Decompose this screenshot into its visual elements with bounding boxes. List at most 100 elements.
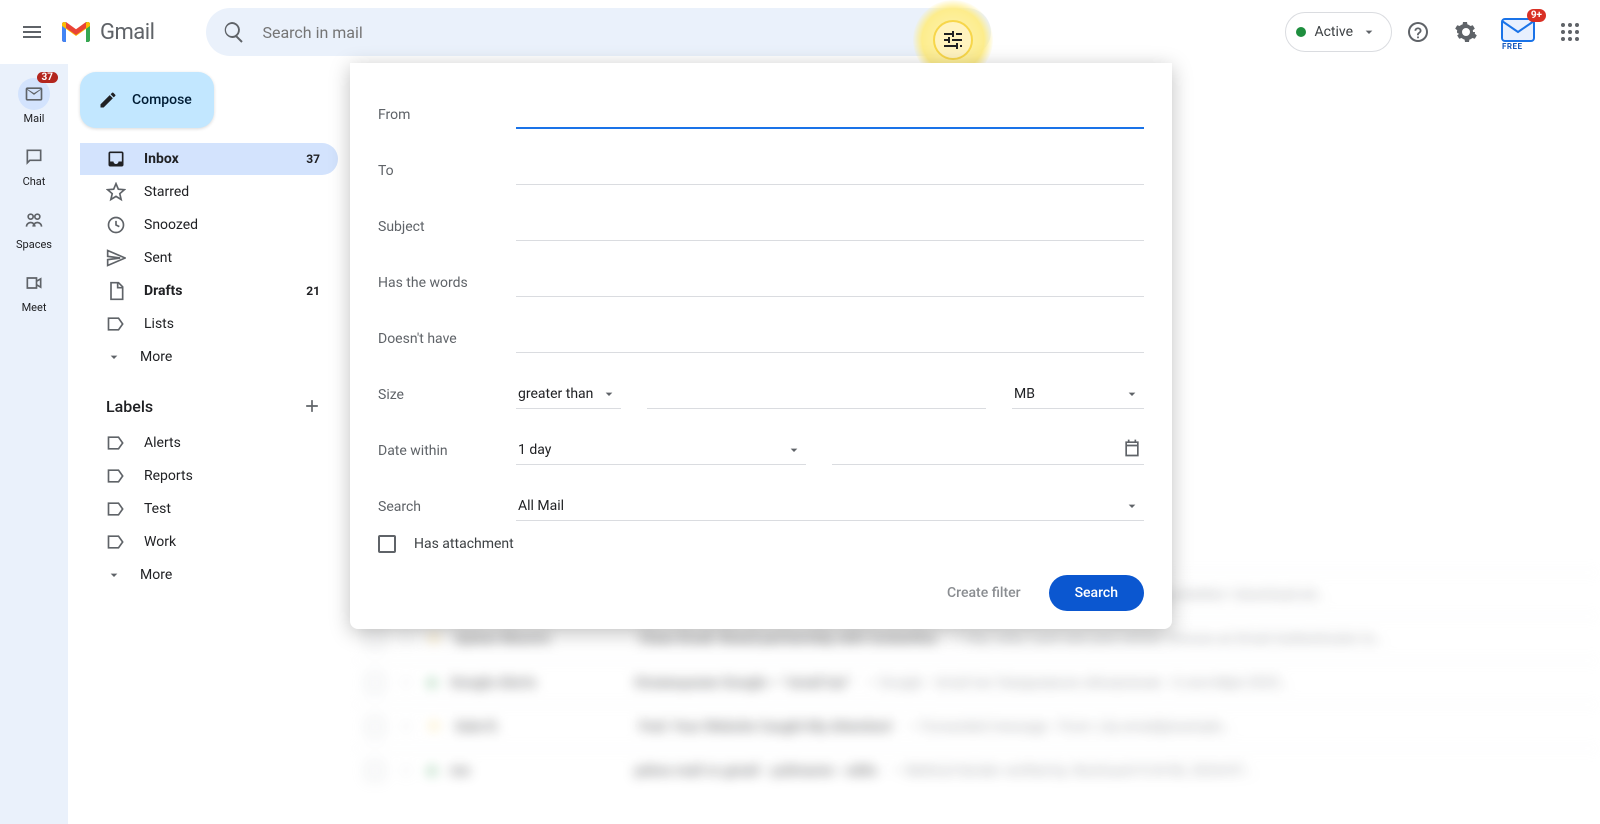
size-value-input[interactable] [647, 380, 986, 409]
mail-row[interactable]: ☆ Google Alerts Оповещение Google — "email… [350, 660, 1600, 704]
to-label: To [378, 163, 516, 185]
to-input[interactable] [516, 156, 1144, 185]
row-checkbox[interactable] [366, 718, 384, 736]
date-range-select[interactable]: 1 day [516, 436, 806, 465]
important-icon[interactable]: ⯈ [428, 717, 441, 737]
label-icon [106, 532, 126, 552]
folder-count: 37 [306, 152, 320, 166]
mail-snippet: — Method Sender verified by: BoxGuard 9:… [891, 763, 1255, 779]
main-menu-button[interactable] [8, 8, 56, 56]
label-alerts[interactable]: Alerts [80, 427, 338, 459]
folder-more[interactable]: More [80, 341, 338, 373]
search-icon [222, 20, 246, 44]
mail-subject: Clean Email: Brand partnership with Cont… [639, 631, 937, 647]
important-icon[interactable]: ⯈ [428, 629, 441, 649]
plus-icon [302, 396, 322, 416]
search-button[interactable] [214, 12, 254, 52]
mail-subject: yahoo mail vs gmail - yulimaren - edits [634, 763, 877, 779]
search-scope-label: Search [378, 499, 516, 521]
folder-starred[interactable]: Starred [80, 176, 338, 208]
size-operator-select[interactable]: greater than [516, 380, 621, 409]
mail-row[interactable]: ☆meyahoo mail vs gmail - yulimaren - edi… [350, 748, 1600, 792]
folder-label: Snoozed [144, 217, 198, 233]
support-button[interactable] [1396, 10, 1440, 54]
folder-lists[interactable]: Lists [80, 308, 338, 340]
size-label: Size [378, 387, 516, 409]
status-text: Active [1314, 24, 1353, 40]
star-icon[interactable]: ☆ [398, 716, 414, 737]
mail-subject: Fwd: Your Website Caught My Attention! [639, 719, 892, 735]
rail-item-meet[interactable]: Meet [6, 261, 62, 320]
search-input[interactable] [254, 23, 983, 42]
calendar-icon[interactable] [1122, 438, 1142, 458]
status-chip[interactable]: Active [1285, 12, 1392, 52]
label-reports[interactable]: Reports [80, 460, 338, 492]
rail-item-mail[interactable]: 37 Mail [6, 72, 62, 131]
folder-sent[interactable]: Sent [80, 242, 338, 274]
from-input[interactable] [516, 99, 1144, 129]
date-range-value: 1 day [518, 442, 551, 458]
settings-button[interactable] [1444, 10, 1488, 54]
create-filter-button[interactable]: Create filter [929, 575, 1039, 611]
size-unit-select[interactable]: MB [1012, 380, 1144, 409]
clock-icon [106, 215, 126, 235]
mail-icon [24, 84, 44, 104]
has-attachment-checkbox[interactable] [378, 535, 396, 553]
compose-button[interactable]: Compose [80, 72, 214, 128]
date-input[interactable] [832, 432, 1144, 465]
google-apps-button[interactable] [1548, 10, 1592, 54]
star-icon[interactable]: ☆ [398, 628, 414, 649]
row-checkbox[interactable] [366, 762, 384, 780]
size-operator-value: greater than [518, 386, 593, 402]
label-icon [106, 466, 126, 486]
rail-label: Spaces [16, 238, 52, 251]
advanced-search-toggle[interactable] [933, 20, 973, 60]
compose-label: Compose [132, 92, 192, 108]
extension-badge[interactable]: 9+ FREE [1500, 15, 1536, 49]
rail-item-chat[interactable]: Chat [6, 135, 62, 194]
mail-snippet: — Hey Julia, I just saw your article 'Ch… [951, 631, 1386, 647]
folder-label: More [140, 349, 172, 365]
row-checkbox[interactable] [366, 674, 384, 692]
search-submit-button[interactable]: Search [1049, 575, 1144, 611]
row-checkbox[interactable] [366, 630, 384, 648]
folder-label: Lists [144, 316, 174, 332]
mail-subject: Оповещение Google — "email tax" [634, 675, 850, 691]
labels-header-text: Labels [106, 397, 153, 416]
topbar-right: Active 9+ FREE [1285, 10, 1592, 54]
chat-icon [24, 147, 44, 167]
label-icon [106, 314, 126, 334]
search-scope-select[interactable]: All Mail [516, 492, 1144, 521]
star-icon[interactable]: ☆ [398, 760, 414, 781]
star-icon[interactable]: ☆ [398, 672, 414, 693]
label-text: Work [144, 534, 176, 550]
topbar: Gmail Active 9+ FR [0, 0, 1600, 64]
from-label: From [378, 107, 516, 129]
presence-dot-icon [428, 767, 436, 775]
label-work[interactable]: Work [80, 526, 338, 558]
chevron-down-icon [106, 349, 122, 365]
has-attachment-label: Has attachment [414, 536, 514, 552]
rail-item-spaces[interactable]: Spaces [6, 198, 62, 257]
spaces-icon [24, 210, 44, 230]
add-label-button[interactable] [298, 392, 326, 420]
labels-more[interactable]: More [80, 559, 338, 591]
subject-input[interactable] [516, 212, 1144, 241]
draft-icon [106, 281, 126, 301]
mail-row[interactable]: ☆⯈Gale R.Fwd: Your Website Caught My Att… [350, 704, 1600, 748]
gear-icon [1454, 20, 1478, 44]
folder-drafts[interactable]: Drafts 21 [80, 275, 338, 307]
star-icon [106, 182, 126, 202]
tune-icon [941, 28, 965, 52]
mail-sender: Google Alerts [450, 675, 620, 691]
folder-inbox[interactable]: Inbox 37 [80, 143, 338, 175]
folder-count: 21 [306, 284, 320, 298]
has-words-input[interactable] [516, 268, 1144, 297]
doesnt-have-input[interactable] [516, 324, 1144, 353]
logo-text: Gmail [100, 20, 154, 45]
search-box [206, 8, 991, 56]
folder-label: Drafts [144, 283, 182, 299]
folder-snoozed[interactable]: Snoozed [80, 209, 338, 241]
label-test[interactable]: Test [80, 493, 338, 525]
gmail-logo[interactable]: Gmail [60, 20, 154, 45]
